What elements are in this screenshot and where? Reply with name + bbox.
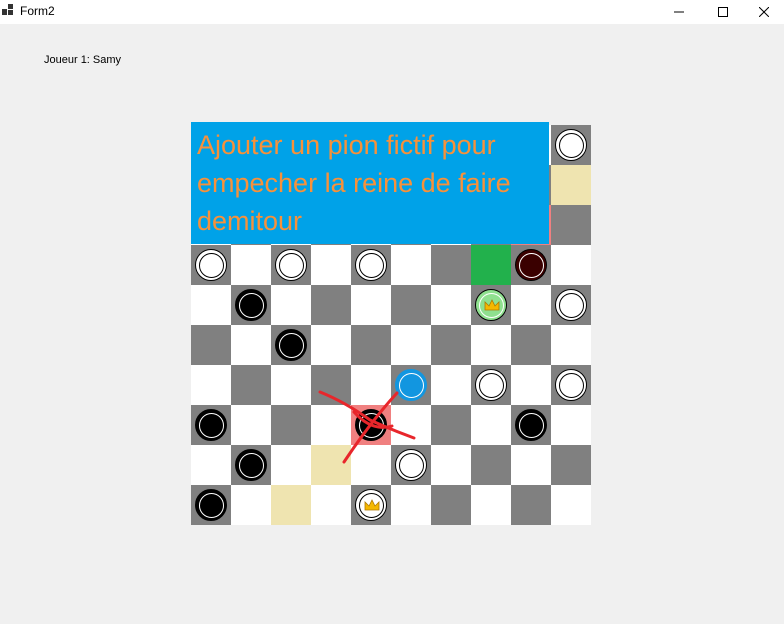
board-square[interactable] xyxy=(311,365,351,405)
board-square[interactable] xyxy=(271,405,311,445)
maximize-icon xyxy=(718,7,728,17)
board-square[interactable] xyxy=(391,325,431,365)
blue-piece[interactable] xyxy=(395,369,427,401)
app-icon xyxy=(2,4,13,15)
board-square[interactable] xyxy=(471,485,511,525)
close-icon xyxy=(759,7,769,17)
black-piece[interactable] xyxy=(195,409,227,441)
board-square[interactable] xyxy=(431,485,471,525)
board-square[interactable] xyxy=(471,325,511,365)
title-bar: Form2 xyxy=(0,0,784,24)
white-piece[interactable] xyxy=(555,289,587,321)
board-square[interactable] xyxy=(191,365,231,405)
board-square[interactable] xyxy=(191,445,231,485)
black-piece[interactable] xyxy=(235,289,267,321)
board-square[interactable] xyxy=(511,325,551,365)
board-square[interactable] xyxy=(311,325,351,365)
crown-icon xyxy=(364,499,380,511)
board-square[interactable] xyxy=(231,325,271,365)
board-square[interactable] xyxy=(271,365,311,405)
board-square[interactable] xyxy=(551,165,591,205)
board-square[interactable] xyxy=(551,325,591,365)
player-label: Joueur 1: Samy xyxy=(44,54,122,66)
black-piece[interactable] xyxy=(355,409,387,441)
board-square[interactable] xyxy=(311,245,351,285)
board-square[interactable] xyxy=(351,285,391,325)
board-square[interactable] xyxy=(511,485,551,525)
board-square[interactable] xyxy=(431,245,471,285)
board-square[interactable] xyxy=(311,405,351,445)
board-square[interactable] xyxy=(551,205,591,245)
board-square[interactable] xyxy=(191,285,231,325)
board-square[interactable] xyxy=(271,445,311,485)
board-square[interactable] xyxy=(511,445,551,485)
white-piece[interactable] xyxy=(355,249,387,281)
black-piece[interactable] xyxy=(195,489,227,521)
board-square[interactable] xyxy=(351,325,391,365)
black-piece[interactable] xyxy=(275,329,307,361)
board-square[interactable] xyxy=(471,405,511,445)
board-square[interactable] xyxy=(231,405,271,445)
board-square[interactable] xyxy=(391,285,431,325)
board-square[interactable] xyxy=(271,285,311,325)
window-title: Form2 xyxy=(20,4,55,18)
board-square[interactable] xyxy=(271,485,311,525)
board-square[interactable] xyxy=(551,245,591,285)
board-square[interactable] xyxy=(351,365,391,405)
board-square[interactable] xyxy=(231,485,271,525)
board-square[interactable] xyxy=(471,445,511,485)
board-square[interactable] xyxy=(511,365,551,405)
board-square[interactable] xyxy=(231,365,271,405)
white-piece[interactable] xyxy=(395,449,427,481)
board-square[interactable] xyxy=(231,245,271,285)
board-square[interactable] xyxy=(431,405,471,445)
board-square[interactable] xyxy=(551,485,591,525)
board-square[interactable] xyxy=(351,445,391,485)
board-square[interactable] xyxy=(551,445,591,485)
white-piece[interactable] xyxy=(195,249,227,281)
white-piece[interactable] xyxy=(555,369,587,401)
board-square[interactable] xyxy=(311,285,351,325)
board-square[interactable] xyxy=(311,485,351,525)
black-piece[interactable] xyxy=(235,449,267,481)
white-piece[interactable] xyxy=(475,369,507,401)
green-piece-king[interactable] xyxy=(475,289,507,321)
minimize-button[interactable] xyxy=(656,0,702,24)
maroon-piece[interactable] xyxy=(515,249,547,281)
black-piece[interactable] xyxy=(515,409,547,441)
crown-icon xyxy=(484,299,500,311)
maximize-button[interactable] xyxy=(700,0,746,24)
board-square[interactable] xyxy=(471,245,511,285)
white-piece[interactable] xyxy=(555,129,587,161)
white-piece-king[interactable] xyxy=(355,489,387,521)
annotation-note: Ajouter un pion fictif pour empecher la … xyxy=(191,122,549,244)
minimize-icon xyxy=(674,11,684,13)
board-square[interactable] xyxy=(391,405,431,445)
board-square[interactable] xyxy=(311,445,351,485)
close-button[interactable] xyxy=(744,0,784,24)
board-square[interactable] xyxy=(431,365,471,405)
white-piece[interactable] xyxy=(275,249,307,281)
board-square[interactable] xyxy=(551,405,591,445)
board-square[interactable] xyxy=(391,485,431,525)
board-square[interactable] xyxy=(431,285,471,325)
board-square[interactable] xyxy=(191,325,231,365)
board-square[interactable] xyxy=(511,285,551,325)
board-square[interactable] xyxy=(431,325,471,365)
board-square[interactable] xyxy=(391,245,431,285)
board-square[interactable] xyxy=(431,445,471,485)
